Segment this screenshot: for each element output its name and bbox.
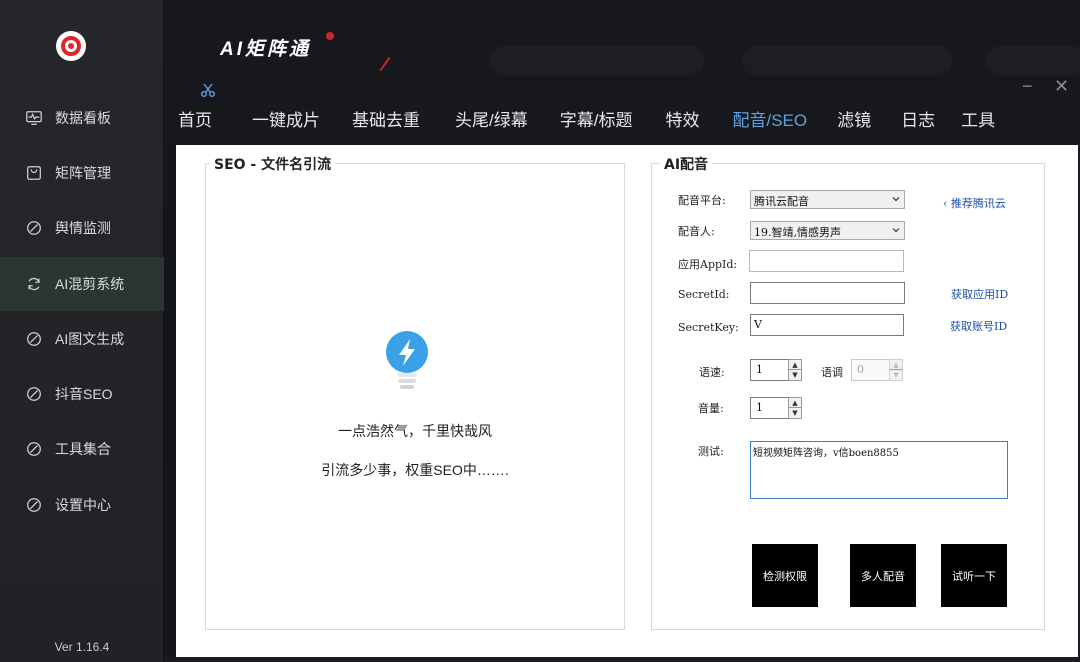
tab-filter[interactable]: 滤镜 bbox=[837, 104, 871, 145]
test-label: 测试: bbox=[698, 445, 724, 458]
platform-label: 配音平台: bbox=[678, 194, 726, 207]
stepper-up-icon[interactable]: ▲ bbox=[789, 360, 801, 370]
speaker-value: 19.智靖,情感男声 bbox=[754, 226, 841, 239]
window-edge bbox=[164, 657, 1080, 662]
stepper-up-icon: ▲ bbox=[890, 360, 902, 370]
tab-log[interactable]: 日志 bbox=[901, 104, 935, 145]
tab-subtitle[interactable]: 字幕/标题 bbox=[560, 104, 633, 145]
sidebar-item-matrix[interactable]: 矩阵管理 bbox=[0, 146, 164, 200]
sidebar-item-label: 矩阵管理 bbox=[55, 165, 111, 181]
tab-one-click[interactable]: 一键成片 bbox=[252, 104, 320, 145]
get-app-id-link[interactable]: 获取应用ID bbox=[951, 286, 1008, 302]
sidebar-item-monitor[interactable]: 舆情监测 bbox=[0, 201, 164, 255]
platform-value: 腾讯云配音 bbox=[754, 195, 809, 208]
multi-voice-button[interactable]: 多人配音 bbox=[850, 544, 916, 607]
app-window: 数据看板 矩阵管理 舆情监测 AI混剪系统 AI图文生成 抖音SEO 工具集合 … bbox=[0, 0, 1080, 662]
stepper-buttons: ▲ ▼ bbox=[889, 359, 903, 381]
appid-input[interactable] bbox=[749, 250, 904, 272]
volume-value: 1 bbox=[756, 401, 763, 414]
monitor-pulse-icon bbox=[24, 108, 44, 128]
version-label: Ver 1.16.4 bbox=[54, 640, 110, 654]
sidebar-item-label: AI图文生成 bbox=[55, 331, 125, 347]
slash-circle-icon bbox=[24, 439, 44, 459]
close-button[interactable]: ✕ bbox=[1054, 76, 1069, 97]
tab-head-tail[interactable]: 头尾/绿幕 bbox=[455, 104, 528, 145]
slash-circle-icon bbox=[24, 329, 44, 349]
background-panel bbox=[742, 46, 952, 76]
speed-label: 语速: bbox=[699, 366, 725, 379]
stepper-down-icon[interactable]: ▼ bbox=[789, 408, 801, 418]
secretid-label: SecretId: bbox=[678, 288, 730, 301]
tab-voice-seo[interactable]: 配音/SEO bbox=[732, 104, 807, 147]
decorative-slash bbox=[379, 56, 391, 72]
sidebar-item-label: 工具集合 bbox=[55, 441, 111, 457]
sidebar-item-ai-article[interactable]: AI图文生成 bbox=[0, 312, 164, 366]
pitch-label: 语调 bbox=[821, 366, 843, 379]
brand-badge bbox=[326, 32, 334, 40]
recommend-tencent-link[interactable]: ‹ 推荐腾讯云 bbox=[943, 195, 1006, 211]
content-area: SEO - 文件名引流 一点浩然气，千里快哉风 引流多少事，权重SEO中……. … bbox=[176, 145, 1078, 657]
secretid-input[interactable] bbox=[750, 282, 905, 304]
sidebar-item-label: AI混剪系统 bbox=[55, 276, 125, 292]
volume-stepper[interactable]: 1 ▲ ▼ bbox=[750, 397, 802, 419]
refresh-icon bbox=[24, 274, 44, 294]
chevron-down-icon bbox=[892, 228, 900, 233]
speed-value: 1 bbox=[756, 363, 763, 376]
minimize-button[interactable]: − bbox=[1022, 76, 1033, 97]
secretkey-input[interactable]: V bbox=[750, 314, 904, 336]
seo-panel: SEO - 文件名引流 一点浩然气，千里快哉风 引流多少事，权重SEO中……. bbox=[205, 154, 625, 630]
stepper-down-icon[interactable]: ▼ bbox=[789, 370, 801, 380]
tab-tools[interactable]: 工具 bbox=[961, 104, 995, 145]
pitch-stepper: 0 ▲ ▼ bbox=[851, 359, 903, 381]
sidebar-item-label: 数据看板 bbox=[55, 110, 111, 126]
sidebar-item-label: 设置中心 bbox=[55, 497, 111, 513]
sidebar-item-dashboard[interactable]: 数据看板 bbox=[0, 91, 164, 145]
stepper-buttons[interactable]: ▲ ▼ bbox=[788, 359, 802, 381]
sidebar-item-label: 舆情监测 bbox=[55, 220, 111, 236]
secretkey-label: SecretKey: bbox=[678, 321, 739, 334]
appid-label: 应用AppId: bbox=[678, 258, 738, 271]
volume-label: 音量: bbox=[698, 402, 724, 415]
stepper-up-icon[interactable]: ▲ bbox=[789, 398, 801, 408]
speaker-select[interactable]: 19.智靖,情感男声 bbox=[750, 221, 905, 240]
chevron-down-icon bbox=[892, 197, 900, 202]
speaker-label: 配音人: bbox=[678, 225, 715, 238]
get-account-id-link[interactable]: 获取账号ID bbox=[950, 318, 1007, 334]
stepper-buttons[interactable]: ▲ ▼ bbox=[788, 397, 802, 419]
slash-circle-icon bbox=[24, 218, 44, 238]
main-nav-tabs: 首页 一键成片 基础去重 头尾/绿幕 字幕/标题 特效 配音/SEO 滤镜 日志… bbox=[178, 104, 995, 147]
slash-circle-icon bbox=[24, 384, 44, 404]
speed-stepper[interactable]: 1 ▲ ▼ bbox=[750, 359, 802, 381]
bag-icon bbox=[24, 163, 44, 183]
slash-circle-icon bbox=[24, 495, 44, 515]
seo-slogan-line-2: 引流多少事，权重SEO中……. bbox=[321, 462, 509, 478]
test-text-area[interactable]: 短视频矩阵咨询，v信boen8855 bbox=[750, 441, 1008, 499]
background-panel bbox=[490, 46, 704, 76]
top-bar: AI矩阵通 − ✕ 首页 一键成片 基础去重 头尾/绿幕 字幕/标题 特效 配音… bbox=[164, 0, 1080, 147]
app-logo bbox=[56, 31, 86, 61]
brand-title: AI矩阵通 bbox=[220, 39, 312, 60]
ai-voice-panel: AI配音 配音平台: 腾讯云配音 ‹ 推荐腾讯云 配音人: 19.智靖,情感男声… bbox=[651, 154, 1045, 630]
sidebar-item-settings[interactable]: 设置中心 bbox=[0, 478, 164, 532]
pitch-value: 0 bbox=[857, 363, 864, 376]
ai-voice-panel-title: AI配音 bbox=[660, 154, 713, 174]
preview-listen-button[interactable]: 试听一下 bbox=[941, 544, 1007, 607]
sidebar-item-douyin-seo[interactable]: 抖音SEO bbox=[0, 367, 164, 421]
sidebar-item-ai-mix[interactable]: AI混剪系统 bbox=[0, 257, 164, 311]
seo-slogan-line-1: 一点浩然气，千里快哉风 bbox=[338, 423, 492, 439]
stepper-down-icon: ▼ bbox=[893, 371, 899, 379]
check-permission-button[interactable]: 检测权限 bbox=[752, 544, 818, 607]
sidebar: 数据看板 矩阵管理 舆情监测 AI混剪系统 AI图文生成 抖音SEO 工具集合 … bbox=[0, 0, 164, 662]
recommend-link-label: 推荐腾讯云 bbox=[950, 197, 1006, 210]
tab-home[interactable]: 首页 bbox=[178, 104, 212, 145]
sidebar-item-tools[interactable]: 工具集合 bbox=[0, 422, 164, 476]
platform-select[interactable]: 腾讯云配音 bbox=[750, 190, 905, 209]
background-panel bbox=[986, 46, 1080, 76]
scissors-icon bbox=[201, 83, 215, 97]
sidebar-item-label: 抖音SEO bbox=[55, 386, 113, 402]
seo-panel-title: SEO - 文件名引流 bbox=[210, 154, 336, 174]
tab-effects[interactable]: 特效 bbox=[665, 104, 699, 145]
tab-dedup[interactable]: 基础去重 bbox=[352, 104, 420, 145]
lightbulb-icon bbox=[386, 331, 428, 389]
